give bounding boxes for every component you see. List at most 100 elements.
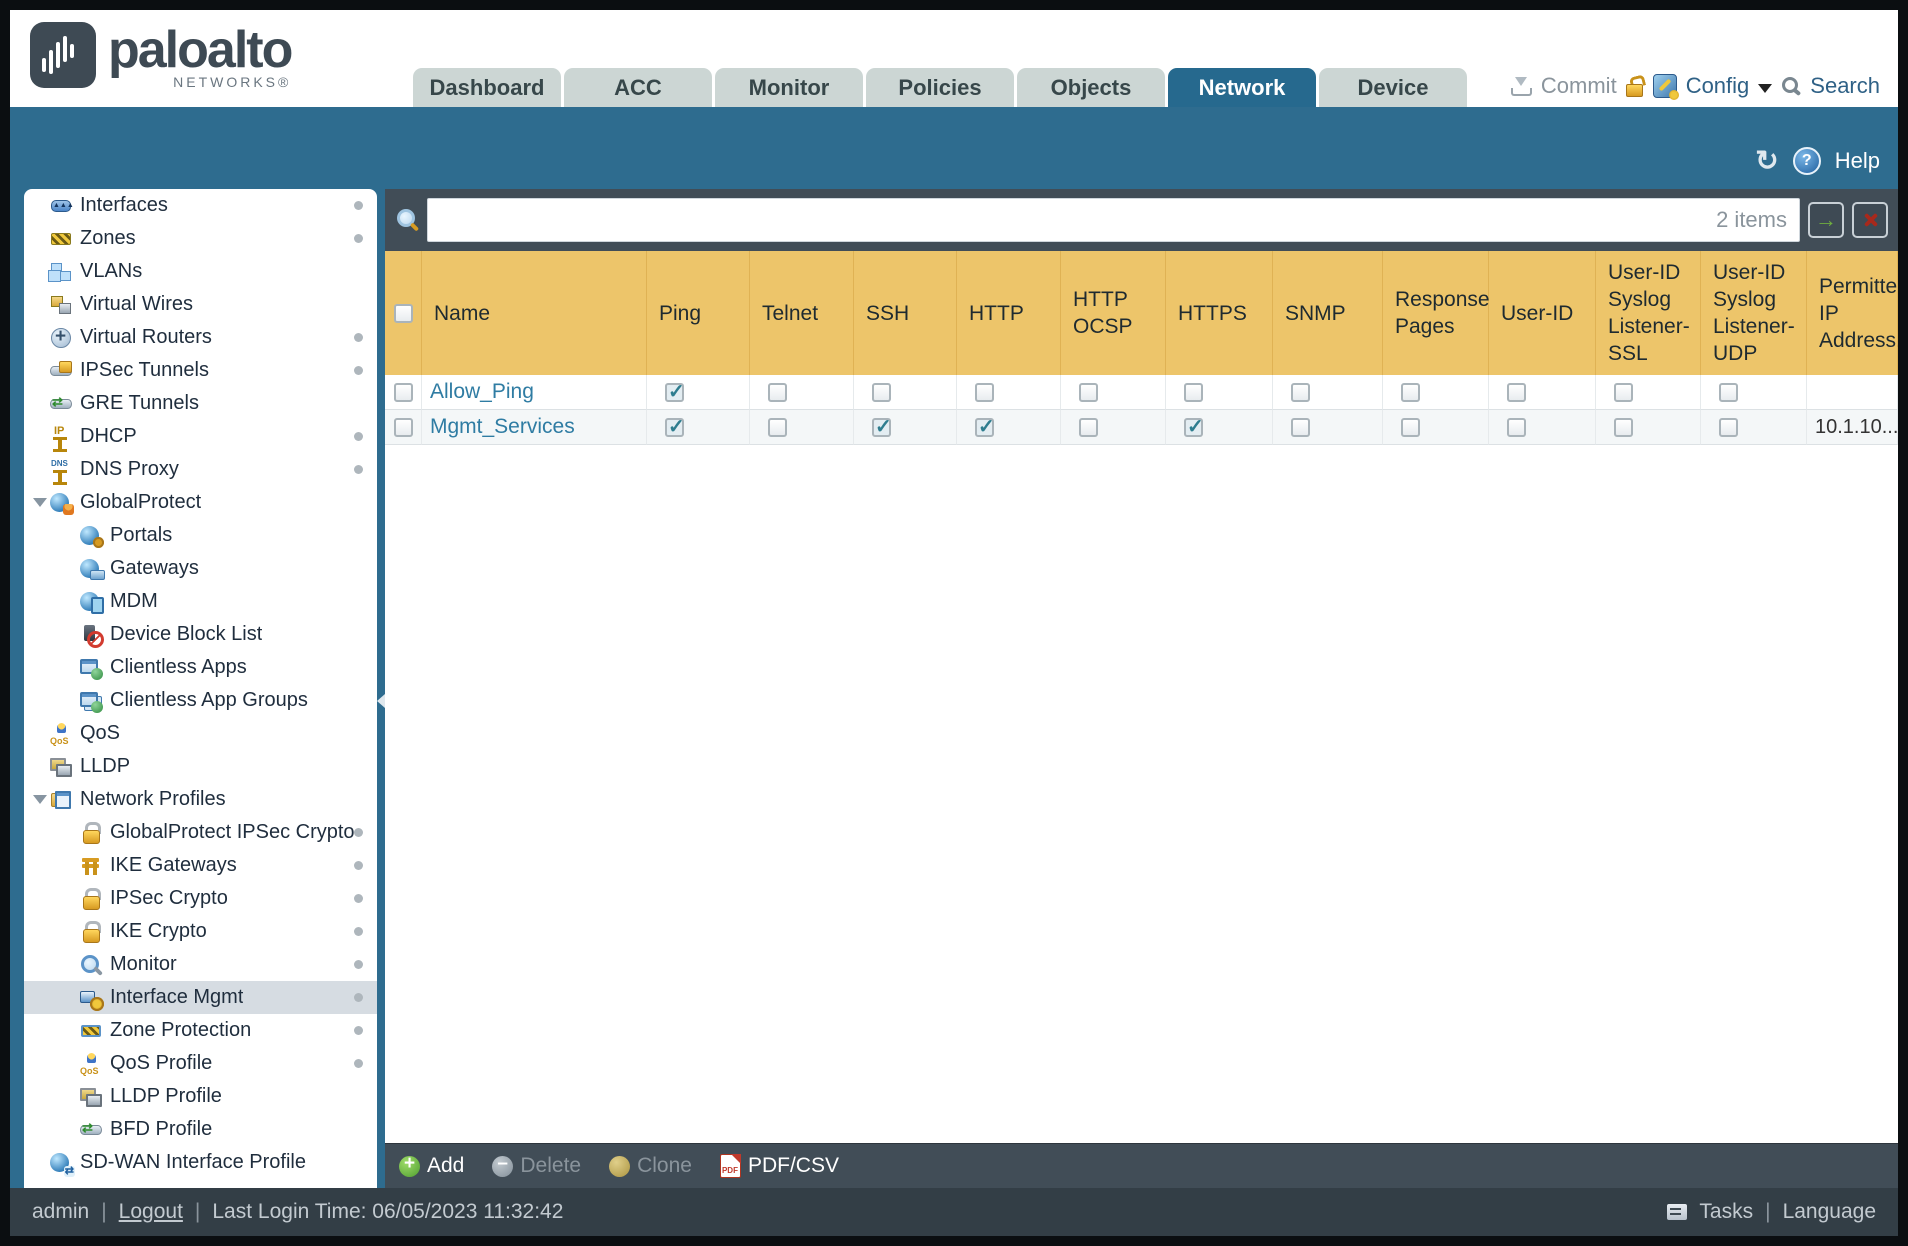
column-header-user-id-syslog-listener-udp[interactable]: User-ID Syslog Listener-UDP [1701,251,1807,375]
sidebar-item-monitor[interactable]: Monitor [24,948,377,981]
expand-arrow-icon[interactable] [32,794,50,805]
unchecked-checkbox[interactable] [1079,417,1098,437]
sidebar-item-ipsec-crypto[interactable]: IPSec Crypto [24,882,377,915]
sidebar-item-portals[interactable]: Portals [24,519,377,552]
language-button[interactable]: Language [1783,1200,1876,1224]
sidebar-item-network-profiles[interactable]: Network Profiles [24,783,377,816]
column-header-user-id[interactable]: User-ID [1489,251,1596,375]
chevron-down-icon[interactable] [1758,83,1773,93]
column-header-ssh[interactable]: SSH [854,251,957,375]
sidebar-item-globalprotect-ipsec-crypto[interactable]: GlobalProtect IPSec Crypto [24,816,377,849]
column-header-https[interactable]: HTTPS [1166,251,1273,375]
column-header-http[interactable]: HTTP [957,251,1061,375]
unchecked-checkbox[interactable] [1719,382,1738,402]
column-header-ping[interactable]: Ping [647,251,750,375]
unchecked-checkbox[interactable] [768,417,787,437]
unchecked-checkbox[interactable] [1614,382,1633,402]
tab-objects[interactable]: Objects [1017,68,1165,107]
sidebar-item-qos-profile[interactable]: QoS Profile [24,1047,377,1080]
unchecked-checkbox[interactable] [1507,417,1526,437]
sidebar-item-device-block-list[interactable]: Device Block List [24,618,377,651]
help-icon[interactable]: ? [1792,147,1821,175]
select-all-checkbox[interactable] [393,303,413,323]
help-link[interactable]: Help [1835,148,1880,174]
checked-checkbox[interactable] [665,379,685,404]
expand-arrow-icon[interactable] [32,497,50,508]
column-header-telnet[interactable]: Telnet [750,251,854,375]
checked-checkbox[interactable] [665,414,685,439]
column-header-name[interactable]: Name [422,251,647,375]
collapse-sidebar-icon[interactable] [377,694,385,708]
sidebar-item-sd-wan-interface-profile[interactable]: SD-WAN Interface Profile [24,1146,377,1179]
filter-input[interactable]: 2 items [427,198,1800,242]
column-header-user-id-syslog-listener-ssl[interactable]: User-ID Syslog Listener-SSL [1596,251,1701,375]
sidebar-item-gateways[interactable]: Gateways [24,552,377,585]
commit-button[interactable]: Commit [1541,73,1617,99]
unchecked-checkbox[interactable] [1401,417,1420,437]
sidebar-item-mdm[interactable]: MDM [24,585,377,618]
lock-icon[interactable] [1625,76,1644,97]
unchecked-checkbox[interactable] [1079,382,1098,402]
unchecked-checkbox[interactable] [1184,382,1203,402]
profile-name-link[interactable]: Allow_Ping [430,380,534,404]
sidebar-item-zones[interactable]: Zones [24,222,377,255]
column-header-snmp[interactable]: SNMP [1273,251,1383,375]
refresh-icon[interactable]: ↻ [1755,147,1778,175]
sidebar-item-bfd-profile[interactable]: BFD Profile [24,1113,377,1146]
sidebar-item-virtual-routers[interactable]: Virtual Routers [24,321,377,354]
sidebar-item-interface-mgmt[interactable]: Interface Mgmt [24,981,377,1014]
clear-filter-button[interactable] [1852,202,1888,238]
sidebar-item-lldp-profile[interactable]: LLDP Profile [24,1080,377,1113]
tab-device[interactable]: Device [1319,68,1467,107]
sidebar-item-lldp[interactable]: LLDP [24,750,377,783]
checked-checkbox[interactable] [1184,414,1204,439]
apply-filter-button[interactable]: → [1808,202,1844,238]
delete-button[interactable]: Delete [492,1153,581,1178]
sidebar-item-dhcp[interactable]: DHCP [24,420,377,453]
sidebar-item-virtual-wires[interactable]: Virtual Wires [24,288,377,321]
sidebar-item-zone-protection[interactable]: Zone Protection [24,1014,377,1047]
sidebar-item-ipsec-tunnels[interactable]: IPSec Tunnels [24,354,377,387]
unchecked-checkbox[interactable] [1291,382,1310,402]
add-button[interactable]: Add [399,1153,464,1178]
sidebar-item-vlans[interactable]: VLANs [24,255,377,288]
logout-link[interactable]: Logout [119,1200,183,1224]
column-header-permitted-ip-address[interactable]: Permitted IP Address... [1807,251,1898,375]
sidebar-item-ike-crypto[interactable]: IKE Crypto [24,915,377,948]
profile-name-link[interactable]: Mgmt_Services [430,415,575,439]
column-header-http-ocsp[interactable]: HTTP OCSP [1061,251,1166,375]
search-button[interactable]: Search [1810,73,1880,99]
unchecked-checkbox[interactable] [1401,382,1420,402]
tab-network[interactable]: Network [1168,68,1316,107]
unchecked-checkbox[interactable] [1291,417,1310,437]
unchecked-checkbox[interactable] [1719,417,1738,437]
sidebar-item-globalprotect[interactable]: GlobalProtect [24,486,377,519]
tab-dashboard[interactable]: Dashboard [413,68,561,107]
tab-policies[interactable]: Policies [866,68,1014,107]
pdf-csv-button[interactable]: PDF/CSV [719,1154,839,1178]
tasks-button[interactable]: Tasks [1699,1200,1753,1224]
checked-checkbox[interactable] [975,414,995,439]
sidebar-item-qos[interactable]: QoS [24,717,377,750]
unchecked-checkbox[interactable] [1614,417,1633,437]
bfd-profile-icon [80,1119,102,1141]
row-select-checkbox[interactable] [393,417,413,437]
sidebar-item-clientless-apps[interactable]: Clientless Apps [24,651,377,684]
tab-acc[interactable]: ACC [564,68,712,107]
sidebar-item-interfaces[interactable]: Interfaces [24,189,377,222]
sidebar-item-dns-proxy[interactable]: DNS Proxy [24,453,377,486]
unchecked-checkbox[interactable] [872,382,891,402]
tab-monitor[interactable]: Monitor [715,68,863,107]
sidebar-item-label: Interface Mgmt [110,986,244,1008]
row-select-checkbox[interactable] [393,382,413,402]
sidebar-item-ike-gateways[interactable]: IKE Gateways [24,849,377,882]
config-button[interactable]: Config [1686,73,1750,99]
clone-button[interactable]: Clone [609,1154,692,1178]
unchecked-checkbox[interactable] [768,382,787,402]
checked-checkbox[interactable] [872,414,892,439]
column-header-response-pages[interactable]: Response Pages [1383,251,1490,375]
sidebar-item-clientless-app-groups[interactable]: Clientless App Groups [24,684,377,717]
sidebar-item-gre-tunnels[interactable]: GRE Tunnels [24,387,377,420]
unchecked-checkbox[interactable] [975,382,994,402]
unchecked-checkbox[interactable] [1507,382,1526,402]
